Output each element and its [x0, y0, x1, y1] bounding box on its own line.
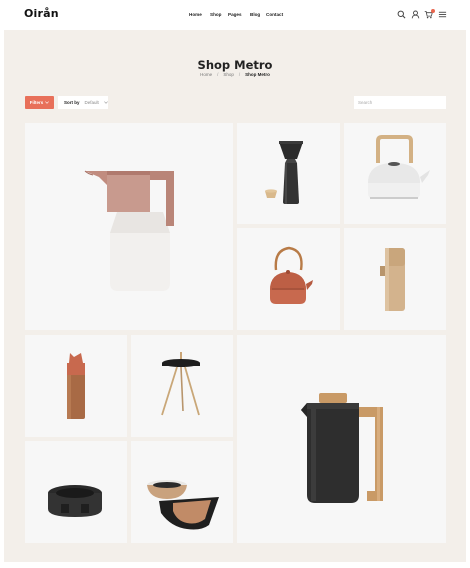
- sort-select[interactable]: Sort by Default: [58, 96, 108, 109]
- french-press-image: [301, 393, 383, 503]
- page-title: Shop Metro: [197, 58, 273, 72]
- search-icon[interactable]: [397, 10, 406, 19]
- nav-home[interactable]: Home: [189, 12, 202, 17]
- breadcrumb-shop[interactable]: Shop: [223, 72, 234, 77]
- sort-value: Default: [84, 100, 99, 105]
- site-header: Oirån Home Shop Pages Blog Contact: [0, 0, 470, 30]
- product-pepper-mill[interactable]: [344, 228, 446, 330]
- chevron-down-icon: [45, 101, 50, 104]
- pepper-mill-image: [380, 248, 405, 311]
- product-stacked-bowls[interactable]: [131, 441, 233, 543]
- filters-button[interactable]: Filters: [25, 96, 54, 109]
- nav-shop[interactable]: Shop: [210, 12, 221, 17]
- terracotta-bottle-image: [67, 353, 85, 419]
- product-white-kettle[interactable]: [344, 123, 446, 224]
- nav-contact[interactable]: Contact: [266, 12, 283, 17]
- user-icon[interactable]: [411, 10, 420, 19]
- breadcrumb: Home / Shop / Shop Metro: [200, 72, 270, 77]
- tealight-warmer-image: [48, 485, 102, 517]
- product-tealight-warmer[interactable]: [25, 441, 127, 543]
- product-terracotta-teapot[interactable]: [237, 228, 340, 330]
- breadcrumb-home[interactable]: Home: [200, 72, 212, 77]
- jug-image: [84, 170, 174, 291]
- nav-blog[interactable]: Blog: [250, 12, 260, 17]
- logo[interactable]: Oirån: [24, 7, 59, 20]
- breadcrumb-current: Shop Metro: [245, 72, 270, 77]
- side-table-image: [161, 352, 200, 416]
- product-white-jug[interactable]: [25, 123, 233, 330]
- chevron-down-icon: [103, 101, 108, 104]
- search-input[interactable]: [354, 96, 446, 109]
- terracotta-teapot-image: [270, 246, 313, 304]
- stacked-bowls-image: [147, 480, 219, 530]
- nav-pages[interactable]: Pages: [228, 12, 242, 17]
- product-coffee-dripper[interactable]: [237, 123, 340, 224]
- white-kettle-image: [368, 135, 430, 199]
- product-terracotta-bottle[interactable]: [25, 335, 127, 437]
- cart-badge: [431, 9, 435, 13]
- product-french-press[interactable]: [237, 335, 446, 543]
- product-side-table[interactable]: [131, 335, 233, 437]
- coffee-dripper-image: [265, 141, 303, 204]
- menu-icon[interactable]: [438, 10, 447, 19]
- sort-label: Sort by: [64, 100, 80, 105]
- filters-label: Filters: [29, 100, 44, 105]
